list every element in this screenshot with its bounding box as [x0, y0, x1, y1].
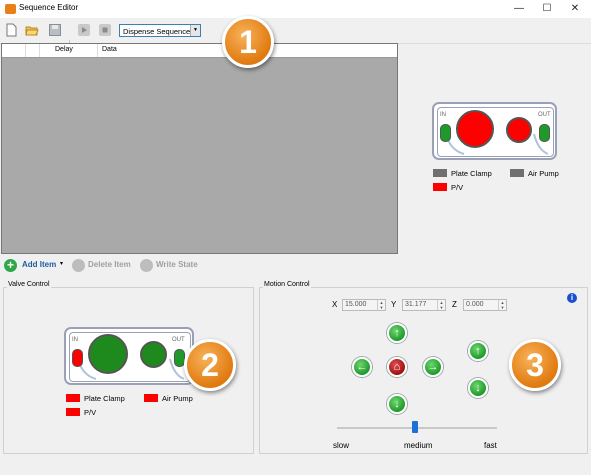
move-right-button[interactable]: →	[423, 357, 443, 377]
delete-icon	[72, 259, 85, 272]
legend-label-plate-clamp: Plate Clamp	[451, 169, 492, 178]
write-state-button[interactable]: Write State	[156, 260, 198, 269]
legend-label-air-pump: Air Pump	[162, 394, 193, 403]
legend-swatch-plate-clamp	[433, 169, 447, 177]
x-coordinate-value: 15.000	[345, 301, 367, 308]
speed-fast-label: fast	[484, 441, 497, 450]
column-header-delay[interactable]: Delay	[55, 46, 73, 53]
open-folder-icon[interactable]	[25, 23, 39, 37]
legend-swatch-air-pump	[144, 394, 158, 402]
valve-out-label: OUT	[172, 337, 185, 343]
z-label: Z	[452, 300, 457, 309]
y-coordinate-field[interactable]: 31.177 ▲ ▼	[402, 299, 446, 311]
valve-secondary-chamber	[506, 117, 532, 143]
new-file-icon[interactable]	[4, 23, 18, 37]
add-item-button[interactable]: Add Item	[22, 260, 56, 269]
column-separator	[97, 44, 98, 57]
valve-diagram-control[interactable]: IN OUT	[64, 327, 194, 385]
z-coordinate-value: 0.000	[466, 301, 484, 308]
callout-badge-2: 2	[184, 339, 236, 391]
callout-badge-3: 3	[509, 339, 561, 391]
move-left-button[interactable]: ←	[352, 357, 372, 377]
legend-label-plate-clamp: Plate Clamp	[84, 394, 125, 403]
z-coordinate-field[interactable]: 0.000 ▲ ▼	[463, 299, 507, 311]
valve-out-indicator	[539, 124, 550, 142]
move-down-button[interactable]: ↓	[387, 394, 407, 414]
window-title: Sequence Editor	[19, 3, 79, 12]
valve-tubing	[445, 133, 549, 155]
y-spinner[interactable]: ▲ ▼	[437, 300, 445, 310]
speed-slider-thumb[interactable]	[412, 421, 418, 433]
legend-swatch-air-pump	[510, 169, 524, 177]
valve-secondary-chamber[interactable]	[140, 341, 167, 368]
x-spinner[interactable]: ▲ ▼	[377, 300, 385, 310]
save-icon[interactable]	[48, 23, 62, 37]
valve-in-indicator	[440, 124, 451, 142]
legend-label-pv: P/V	[451, 183, 464, 192]
title-bar: Sequence Editor — ☐ ✕	[0, 0, 591, 18]
write-icon	[140, 259, 153, 272]
valve-diagram-preview: IN OUT	[432, 102, 557, 160]
delete-item-button[interactable]: Delete Item	[88, 260, 131, 269]
home-button[interactable]: ⌂	[387, 357, 407, 377]
close-button[interactable]: ✕	[561, 1, 589, 17]
move-up-button[interactable]: ↑	[387, 323, 407, 343]
add-icon[interactable]: +	[4, 259, 17, 272]
valve-main-chamber	[456, 110, 494, 148]
info-icon[interactable]: i	[567, 293, 577, 303]
x-coordinate-field[interactable]: 15.000 ▲ ▼	[342, 299, 386, 311]
app-icon	[5, 4, 16, 14]
chevron-down-icon[interactable]: ▼	[190, 25, 200, 36]
column-separator	[39, 44, 40, 57]
motion-control-title: Motion Control	[263, 281, 311, 288]
valve-in-label: IN	[72, 337, 78, 343]
legend-swatch-pv	[433, 183, 447, 191]
y-coordinate-value: 31.177	[405, 301, 427, 308]
toolbar	[0, 18, 591, 56]
legend-label-pv: P/V	[84, 408, 97, 417]
chevron-down-icon[interactable]: ▾	[60, 260, 63, 267]
sequence-dropdown-value: Dispense Sequence	[123, 27, 191, 36]
sequence-dropdown[interactable]: Dispense Sequence ▼	[119, 24, 201, 37]
maximize-button[interactable]: ☐	[533, 1, 561, 17]
valve-out-label: OUT	[538, 112, 551, 118]
speed-slow-label: slow	[333, 441, 350, 450]
minimize-button[interactable]: —	[505, 1, 533, 17]
speed-medium-label: medium	[404, 441, 433, 450]
legend-swatch-plate-clamp	[66, 394, 80, 402]
callout-badge-1: 1	[222, 16, 274, 68]
legend-swatch-pv	[66, 408, 80, 416]
valve-in-indicator[interactable]	[72, 349, 83, 367]
action-bar: + Add Item ▾ Delete Item Write State	[0, 256, 591, 276]
grid-header: Delay Data	[2, 44, 397, 58]
y-label: Y	[391, 300, 397, 309]
sequence-grid[interactable]: Delay Data	[1, 43, 398, 254]
column-header-data[interactable]: Data	[102, 46, 117, 53]
valve-control-title: Valve Control	[7, 281, 51, 288]
z-down-button[interactable]: ↓	[468, 378, 488, 398]
column-separator	[25, 44, 26, 57]
z-up-button[interactable]: ↑	[468, 341, 488, 361]
valve-main-chamber[interactable]	[88, 334, 128, 374]
valve-in-label: IN	[440, 112, 446, 118]
x-label: X	[332, 300, 338, 309]
legend-label-air-pump: Air Pump	[528, 169, 559, 178]
play-icon[interactable]	[77, 23, 91, 37]
stop-icon[interactable]	[98, 23, 112, 37]
z-spinner[interactable]: ▲ ▼	[498, 300, 506, 310]
